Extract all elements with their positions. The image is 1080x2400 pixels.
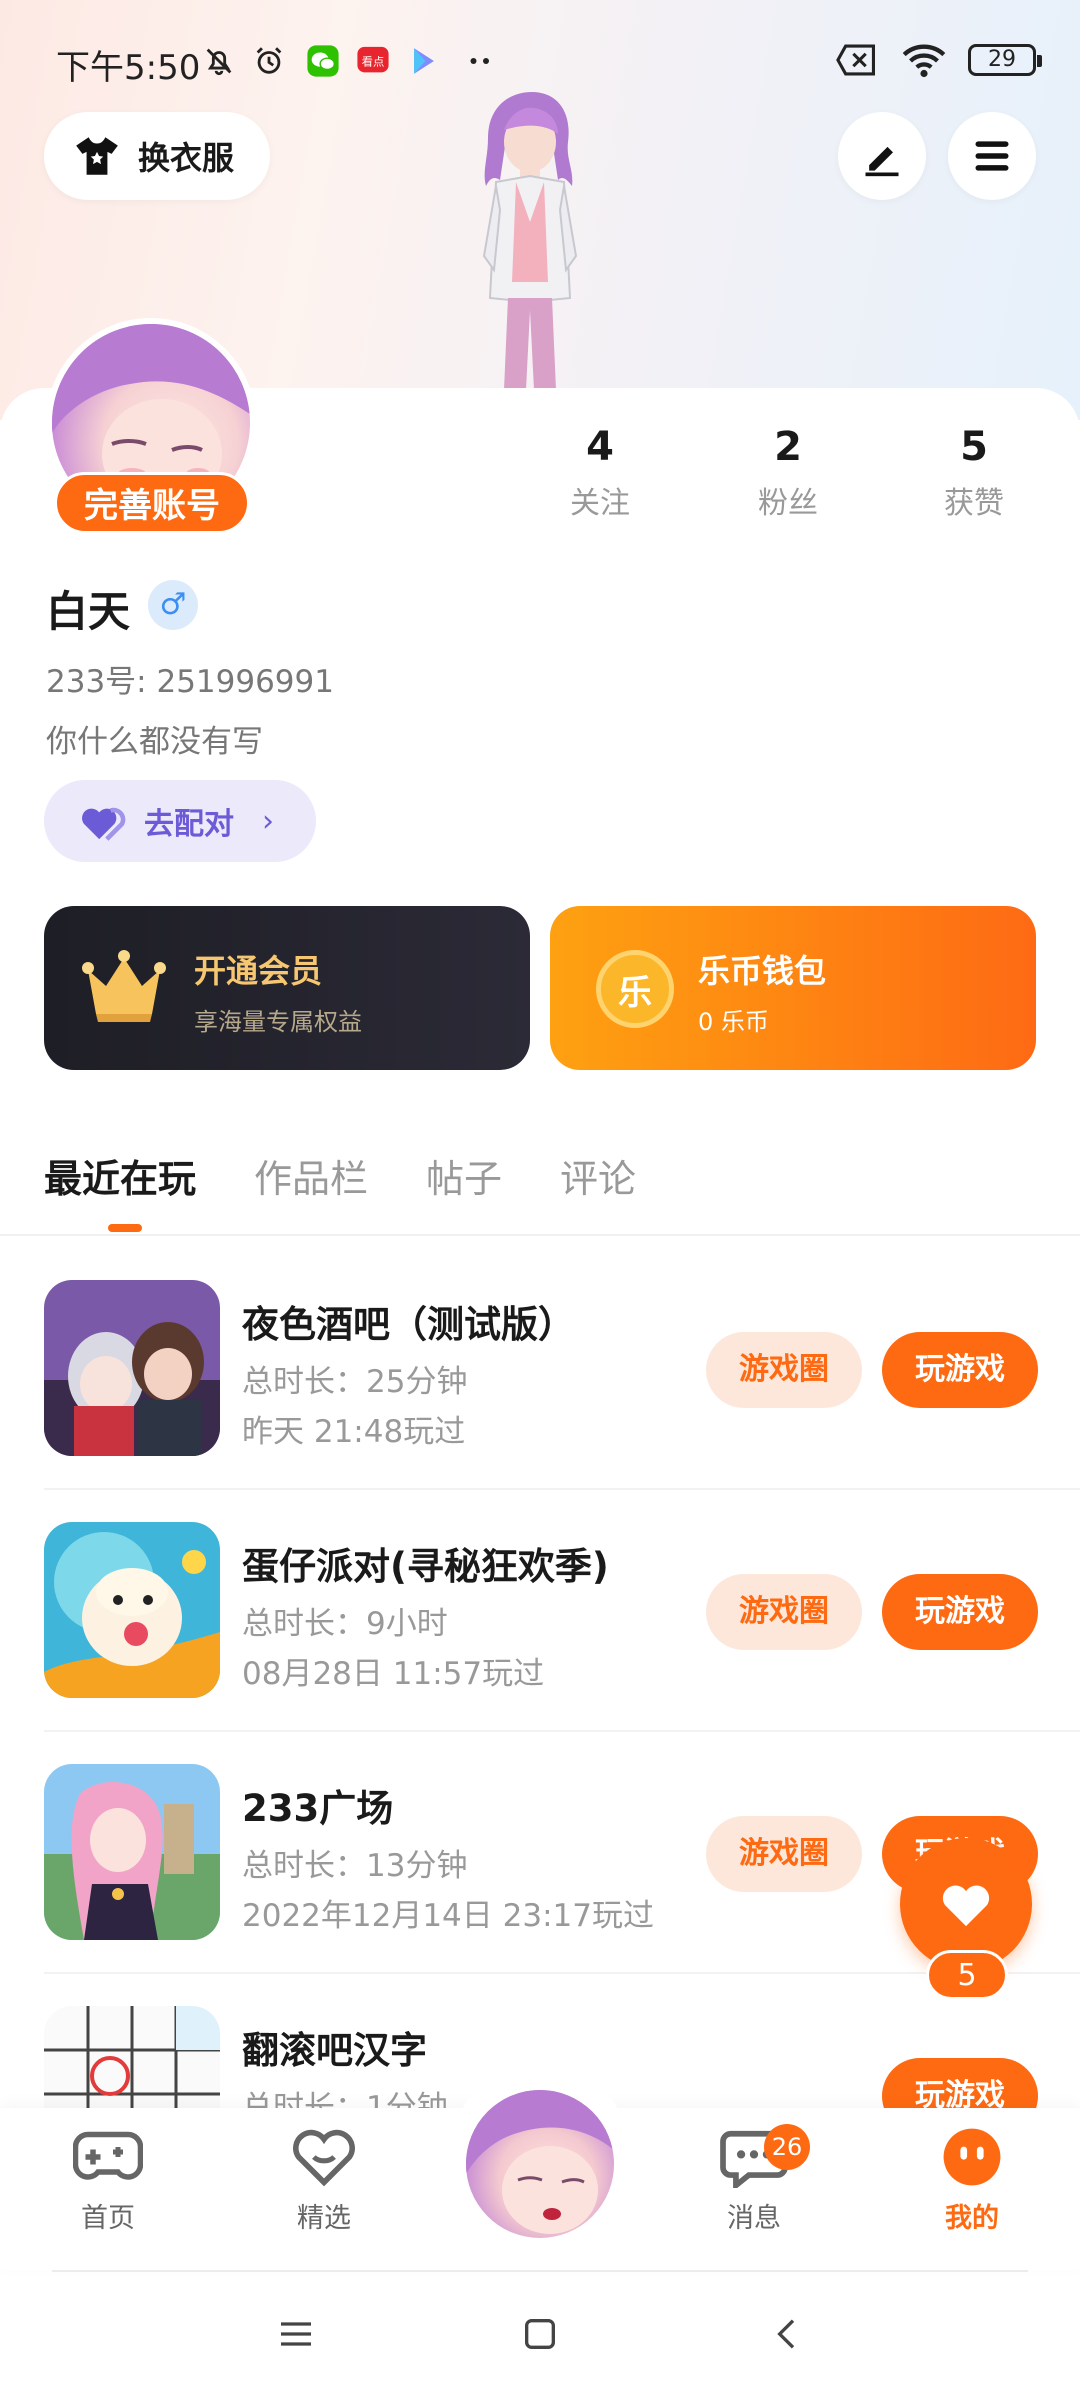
edit-profile-button[interactable] [838,112,926,200]
stat-following[interactable]: 4 关注 [540,424,660,522]
stat-likes[interactable]: 5 获赞 [914,424,1034,522]
game-last-played: 08月28日 11:57玩过 [242,1656,545,1692]
double-heart-icon [82,807,126,841]
game-last-played: 2022年12月14日 23:17玩过 [242,1898,654,1934]
nav-center-avatar[interactable] [460,2084,620,2244]
sim-icon [836,44,875,76]
gamepad-icon [72,2131,144,2180]
wallet-balance: 0 乐币 [698,1008,769,1036]
game-row[interactable]: 蛋仔派对(寻秘狂欢季) 总时长：9小时 08月28日 11:57玩过 游戏圈 玩… [44,1522,1080,1698]
game-last-played: 昨天 21:48玩过 [242,1414,466,1450]
nav-me[interactable]: 我的 [902,2126,1042,2235]
game-duration: 总时长：9小时 [242,1606,448,1642]
menu-button[interactable] [948,112,1036,200]
username: 白天 [46,587,131,636]
home-system-icon[interactable] [520,2314,560,2354]
tshirt-icon [76,137,118,175]
row-divider [44,1488,1080,1490]
stat-followers[interactable]: 2 粉丝 [728,424,848,522]
mute-icon [206,48,232,76]
pen-icon [865,146,899,177]
stat-likes-label: 获赞 [944,486,1004,521]
wechat-icon [307,45,339,77]
game-circle-button[interactable]: 游戏圈 [706,1816,862,1892]
complete-account-badge[interactable]: 完善账号 [54,472,250,534]
game-name: 233广场 [242,1787,394,1830]
stat-followers-count: 2 [774,424,802,470]
coin-wallet-card[interactable]: 乐 乐币钱包 0 乐币 [550,906,1036,1070]
play-game-button[interactable]: 玩游戏 [882,1574,1038,1650]
me-face-icon [943,2128,1001,2186]
vip-title: 开通会员 [194,952,323,990]
kandian-icon: 看点 [357,46,389,73]
status-time: 下午5:50 [56,48,201,88]
nav-home-label: 首页 [81,2203,135,2234]
back-icon[interactable] [768,2314,808,2354]
alarm-icon [256,47,282,74]
game-name: 翻滚吧汉字 [242,2029,427,2072]
more-dots-icon [470,58,489,64]
game-name: 夜色酒吧（测试版） [242,1303,575,1346]
battery-icon: 29 [968,44,1042,76]
row-divider [44,1972,1080,1974]
tab-posts[interactable]: 帖子 [426,1148,502,1203]
nav-messages-label: 消息 [727,2203,781,2234]
menu-icon [975,141,1009,171]
go-match-button[interactable]: 去配对 › [44,780,316,862]
tab-divider [0,1234,1080,1236]
tab-comments[interactable]: 评论 [560,1148,636,1203]
row-divider [44,1730,1080,1732]
game-icon-233-plaza[interactable] [44,1764,220,1940]
gender-male-icon: ♂ [148,580,198,630]
user-id[interactable]: 233号: 251996991 [46,656,334,701]
game-duration: 总时长：25分钟 [242,1364,468,1400]
game-circle-button[interactable]: 游戏圈 [706,1574,862,1650]
system-nav-bar [0,2274,1080,2400]
heart-icon [942,1885,990,1927]
chevron-right-icon: › [262,803,274,839]
avatar-3d-figure[interactable] [440,90,620,390]
crown-icon [82,950,166,1022]
game-icon-night-bar[interactable] [44,1280,220,1456]
stat-followers-label: 粉丝 [758,486,818,521]
stat-following-count: 4 [586,424,614,470]
stat-likes-count: 5 [960,424,988,470]
svg-text:看点: 看点 [362,54,385,68]
game-name: 蛋仔派对(寻秘狂欢季) [242,1545,609,1588]
coin-icon-char: 乐 [618,972,652,1013]
nav-featured-label: 精选 [297,2203,351,2234]
nav-home[interactable]: 首页 [38,2126,178,2235]
heart-outline-icon [293,2129,355,2187]
recent-apps-icon[interactable] [276,2314,316,2354]
nav-me-label: 我的 [945,2203,999,2234]
play-store-icon [414,48,434,74]
game-duration: 总时长：13分钟 [242,1848,468,1884]
wallet-title: 乐币钱包 [698,952,827,990]
user-bio[interactable]: 你什么都没有写 [46,716,263,761]
tab-works[interactable]: 作品栏 [254,1148,368,1203]
wifi-icon [902,44,946,78]
coin-icon: 乐 [596,950,674,1028]
vip-membership-card[interactable]: 开通会员 享海量专属权益 [44,906,530,1070]
profile-tabs: 最近在玩 作品栏 帖子 评论 [44,1148,636,1203]
game-icon-egg-party[interactable] [44,1522,220,1698]
game-circle-button[interactable]: 游戏圈 [706,1332,862,1408]
go-match-label: 去配对 [144,807,234,842]
like-count-badge: 5 [926,1950,1008,2000]
messages-count-badge: 26 [764,2124,810,2170]
stat-following-label: 关注 [570,486,630,521]
nav-featured[interactable]: 精选 [254,2126,394,2235]
vip-subtitle: 享海量专属权益 [194,1008,362,1036]
system-divider [52,2270,1028,2272]
active-tab-indicator [108,1224,142,1232]
game-row[interactable]: 夜色酒吧（测试版） 总时长：25分钟 昨天 21:48玩过 游戏圈 玩游戏 [44,1280,1080,1456]
change-outfit-button[interactable]: 换衣服 [44,112,270,200]
change-outfit-label: 换衣服 [138,139,235,177]
tab-recently-played[interactable]: 最近在玩 [44,1148,196,1203]
play-game-button[interactable]: 玩游戏 [882,1332,1038,1408]
